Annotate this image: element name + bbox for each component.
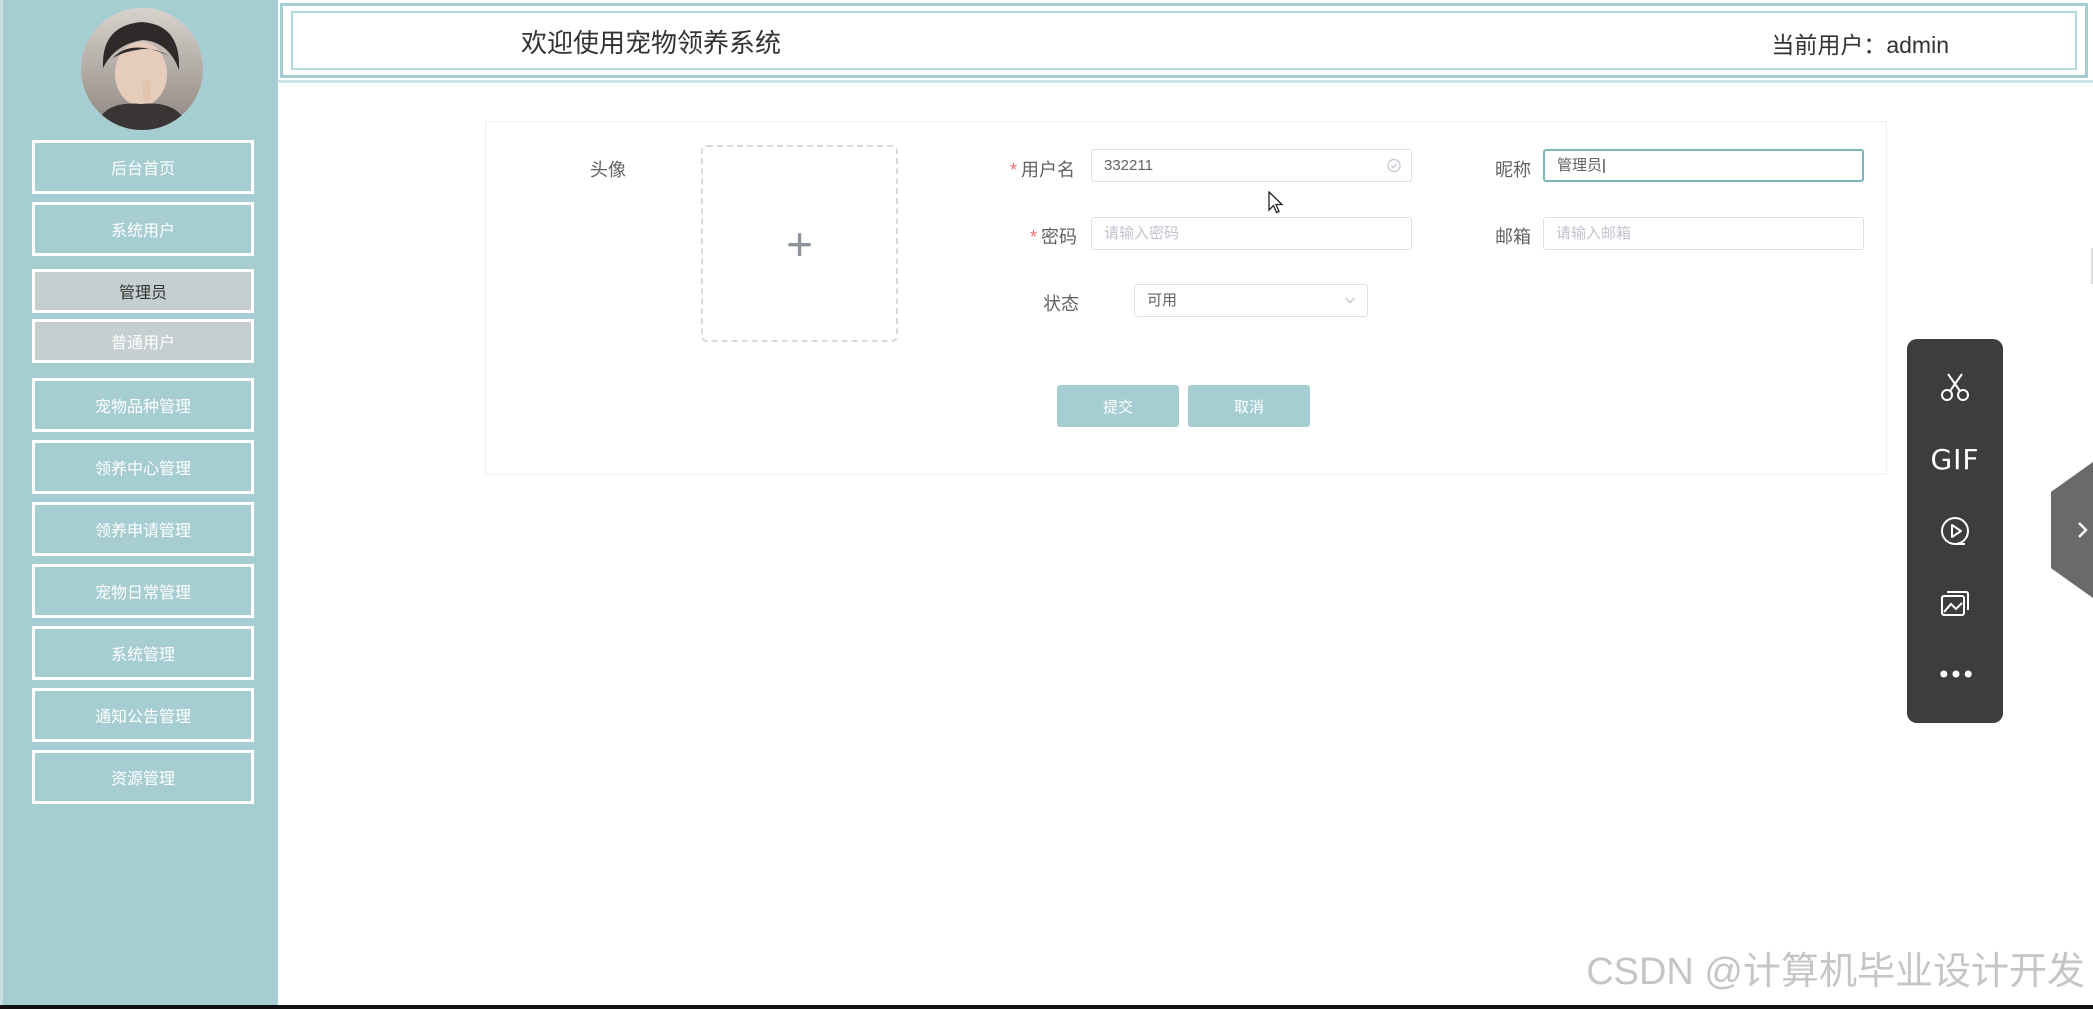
required-mark: *	[1010, 160, 1018, 180]
sidebar-item-home[interactable]: 后台首页	[32, 140, 254, 194]
current-user-name: admin	[1886, 32, 1949, 58]
password-label: * 密码	[1030, 227, 1078, 247]
more-icon[interactable]: •••	[1907, 650, 2003, 700]
required-mark: *	[1030, 227, 1038, 247]
chevron-down-icon	[1343, 285, 1357, 327]
sidebar-item-pet-daily[interactable]: 宠物日常管理	[32, 564, 254, 618]
side-expand-tab[interactable]	[2051, 462, 2093, 598]
sidebar-item-notice[interactable]: 通知公告管理	[32, 688, 254, 742]
cancel-button[interactable]: 取消	[1188, 385, 1310, 427]
header-divider	[278, 80, 2093, 83]
sidebar: 后台首页 系统用户 管理员 普通用户 宠物品种管理 领养中心管理 领养申请管理 …	[0, 0, 278, 1005]
avatar-label: 头像	[590, 160, 626, 180]
watermark: CSDN @计算机毕业设计开发	[1586, 951, 2085, 993]
status-label: 状态	[1043, 294, 1079, 314]
header: 欢迎使用宠物领养系统 当前用户：admin	[280, 3, 2088, 78]
sidebar-item-resources[interactable]: 资源管理	[32, 750, 254, 804]
email-input[interactable]: 请输入邮箱	[1543, 217, 1864, 250]
mouse-cursor-icon	[1268, 190, 1284, 220]
current-user: 当前用户：admin	[1771, 26, 1949, 60]
sidebar-subitem-normal-user[interactable]: 普通用户	[32, 319, 254, 363]
status-select[interactable]: 可用	[1134, 284, 1368, 317]
avatar[interactable]	[81, 8, 203, 130]
sidebar-item-system-management[interactable]: 系统管理	[32, 626, 254, 680]
submit-button[interactable]: 提交	[1057, 385, 1179, 427]
scissors-icon[interactable]	[1907, 362, 2003, 412]
plus-icon: +	[786, 217, 813, 270]
sidebar-item-system-users[interactable]: 系统用户	[32, 202, 254, 256]
sidebar-item-adoption-center[interactable]: 领养中心管理	[32, 440, 254, 494]
password-input[interactable]: 请输入密码	[1091, 217, 1412, 250]
screenshot-icon[interactable]	[1907, 578, 2003, 628]
avatar-upload[interactable]: +	[701, 145, 898, 342]
avatar-image	[81, 8, 203, 130]
sidebar-item-pet-breed[interactable]: 宠物品种管理	[32, 378, 254, 432]
floating-toolbar: GIF •••	[1907, 339, 2003, 723]
username-input[interactable]: 332211	[1091, 149, 1412, 182]
bottom-edge	[0, 1005, 2093, 1009]
page-title: 欢迎使用宠物领养系统	[521, 28, 782, 58]
record-icon[interactable]	[1907, 506, 2003, 556]
chevron-right-icon	[2078, 522, 2088, 538]
sidebar-item-adoption-application[interactable]: 领养申请管理	[32, 502, 254, 556]
nickname-label: 昵称	[1495, 160, 1531, 180]
current-user-label: 当前用户：	[1771, 32, 1887, 58]
email-label: 邮箱	[1495, 227, 1531, 247]
username-label: * 用户名	[1010, 160, 1076, 180]
gif-icon[interactable]: GIF	[1907, 434, 2003, 484]
nickname-input[interactable]: 管理员|	[1543, 149, 1864, 182]
sidebar-subitem-admin[interactable]: 管理员	[32, 269, 254, 313]
check-circle-icon	[1387, 150, 1401, 192]
text-caret: |	[1602, 157, 1606, 174]
